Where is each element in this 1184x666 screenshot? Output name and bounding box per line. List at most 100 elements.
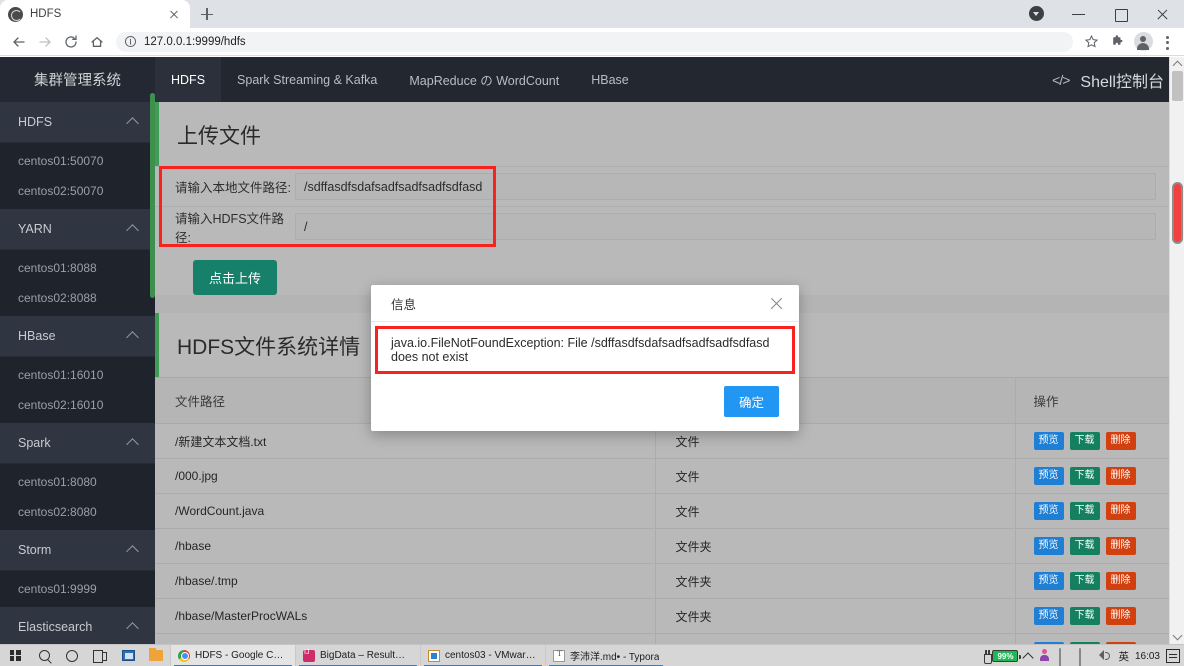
download-button[interactable]: 下载 (1069, 537, 1100, 555)
hdfs-path-input[interactable]: / (295, 213, 1156, 240)
scroll-up-icon[interactable] (1172, 60, 1183, 71)
delete-button[interactable]: 删除 (1105, 432, 1136, 450)
extensions-icon[interactable] (1104, 29, 1130, 55)
vmware-icon (428, 649, 440, 662)
preview-button[interactable]: 预览 (1033, 607, 1064, 625)
clock[interactable]: 16:03 (1135, 651, 1160, 662)
address-bar[interactable]: 127.0.0.1:9999/hdfs (116, 31, 1073, 52)
page-scrollbar[interactable] (1169, 57, 1184, 644)
reload-icon[interactable] (58, 29, 84, 55)
back-icon[interactable] (6, 29, 32, 55)
column-header-actions[interactable]: 操作 (1015, 377, 1184, 424)
form-row: 请输入HDFS文件路径: / (155, 206, 1184, 246)
extension-badge-button[interactable] (1016, 0, 1058, 28)
taskbar-app-button[interactable]: HDFS - Google Chr... (170, 644, 295, 666)
bookmark-star-icon[interactable] (1078, 29, 1104, 55)
delete-button[interactable]: 删除 (1105, 502, 1136, 520)
sidebar-group-yarn[interactable]: YARN (0, 209, 155, 250)
delete-button[interactable]: 删除 (1105, 467, 1136, 485)
chrome-icon (178, 649, 190, 662)
sidebar-group-hbase[interactable]: HBase (0, 316, 155, 357)
ime-icon[interactable]: 英 (1118, 649, 1129, 664)
browser-tab[interactable]: HDFS (0, 0, 190, 28)
cortana-icon[interactable] (58, 645, 86, 666)
cell-file-type: 文件夹 (655, 598, 1016, 634)
delete-button[interactable]: 删除 (1105, 537, 1136, 555)
sidebar-group-hdfs[interactable]: HDFS (0, 102, 155, 143)
form-row: 请输入本地文件路径: /sdffasdfsdafsadfsadfsadfsdfas… (155, 166, 1184, 206)
upload-button[interactable]: 点击上传 (193, 260, 278, 295)
home-icon[interactable] (84, 29, 110, 55)
preview-button[interactable]: 预览 (1033, 537, 1064, 555)
download-button[interactable]: 下载 (1069, 572, 1100, 590)
preview-button[interactable]: 预览 (1033, 572, 1064, 590)
sidebar-group-elasticsearch[interactable]: Elasticsearch (0, 607, 155, 644)
sidebar-item-centos02-16010[interactable]: centos02:16010 (0, 390, 155, 420)
cell-actions: 预览下载删除 (1015, 493, 1184, 529)
cell-file-type: 文件 (655, 493, 1016, 529)
top-nav-items: HDFS Spark Streaming & Kafka MapReduce の W… (155, 57, 645, 102)
local-path-input[interactable]: /sdffasdfsdafsadfsadfsadfsdfasd (295, 173, 1156, 200)
notification-icon[interactable] (1166, 649, 1180, 663)
sidebar-item-centos02-8080[interactable]: centos02:8080 (0, 497, 155, 527)
network-icon[interactable] (1078, 648, 1092, 666)
new-tab-button[interactable] (193, 0, 221, 28)
page-scrollbar-thumb[interactable] (1172, 182, 1183, 244)
taskbar-app-button[interactable]: BigData – ResultMa... (295, 644, 420, 666)
shell-console-button[interactable]: </> Shell控制台 (1052, 57, 1164, 102)
table-row: /hbase/.tmp 文件夹 预览 下载 删除 (155, 563, 1184, 599)
window-controls (1016, 0, 1184, 28)
page-scrollbar-thumb-secondary[interactable] (1172, 71, 1183, 101)
sidebar-group-spark[interactable]: Spark (0, 423, 155, 464)
window-close-button[interactable] (1142, 0, 1184, 28)
taskbar-app-button[interactable]: centos03 - VMware... (420, 644, 545, 666)
sidebar-item-centos02-50070[interactable]: centos02:50070 (0, 176, 155, 206)
sidebar-item-centos01-8080[interactable]: centos01:8080 (0, 467, 155, 497)
battery-icon[interactable]: 99% (982, 650, 1021, 664)
start-icon[interactable] (0, 645, 30, 666)
sidebar-item-centos01-8088[interactable]: centos01:8088 (0, 253, 155, 283)
preview-button[interactable]: 预览 (1033, 432, 1064, 450)
profile-icon[interactable] (1130, 29, 1156, 55)
modal-ok-button[interactable]: 确定 (723, 386, 779, 417)
tray-app-icon[interactable] (1058, 648, 1072, 666)
browser-menu-icon[interactable] (1156, 29, 1178, 55)
download-button[interactable]: 下载 (1069, 432, 1100, 450)
chevron-up-icon (126, 331, 139, 344)
delete-button[interactable]: 删除 (1105, 572, 1136, 590)
sidebar-item-centos01-9999[interactable]: centos01:9999 (0, 574, 155, 604)
show-hidden-icons-icon[interactable] (1022, 651, 1035, 664)
action-button-group: 预览下载删除 (1033, 607, 1184, 625)
sidebar-item-centos02-8088[interactable]: centos02:8088 (0, 283, 155, 313)
preview-button[interactable]: 预览 (1033, 502, 1064, 520)
taskbar-app-button[interactable]: 李沛洋.md• - Typora (545, 644, 666, 666)
download-button[interactable]: 下载 (1069, 467, 1100, 485)
cell-file-path: /WordCount.java (155, 493, 656, 529)
photos-icon[interactable] (114, 645, 142, 666)
delete-button[interactable]: 删除 (1105, 607, 1136, 625)
download-button[interactable]: 下载 (1069, 607, 1100, 625)
forward-icon[interactable] (32, 29, 58, 55)
preview-button[interactable]: 预览 (1033, 467, 1064, 485)
sidebar-item-centos01-50070[interactable]: centos01:50070 (0, 146, 155, 176)
minimize-button[interactable] (1058, 0, 1100, 28)
tab-hdfs[interactable]: HDFS (155, 57, 222, 102)
scroll-down-icon[interactable] (1172, 630, 1183, 641)
search-icon[interactable] (30, 645, 58, 666)
action-button-group: 预览下载删除 (1033, 432, 1184, 450)
close-icon[interactable] (768, 295, 785, 312)
sidebar-item-centos01-16010[interactable]: centos01:16010 (0, 360, 155, 390)
tab-hbase[interactable]: HBase (575, 57, 645, 102)
sidebar-group-storm[interactable]: Storm (0, 530, 155, 571)
user-account-icon[interactable] (1038, 649, 1052, 663)
task-view-icon[interactable] (86, 645, 114, 666)
volume-icon[interactable] (1098, 649, 1112, 663)
download-button[interactable]: 下载 (1069, 502, 1100, 520)
file-explorer-icon[interactable] (142, 645, 170, 666)
tab-mapreduce[interactable]: MapReduce の WordCount (393, 57, 575, 102)
maximize-button[interactable] (1100, 0, 1142, 28)
cell-actions: 预览下载删除 (1015, 633, 1184, 644)
taskbar-app-label: 李沛洋.md• - Typora (570, 652, 660, 663)
close-icon[interactable] (166, 6, 182, 22)
tab-spark[interactable]: Spark Streaming & Kafka (221, 57, 393, 102)
